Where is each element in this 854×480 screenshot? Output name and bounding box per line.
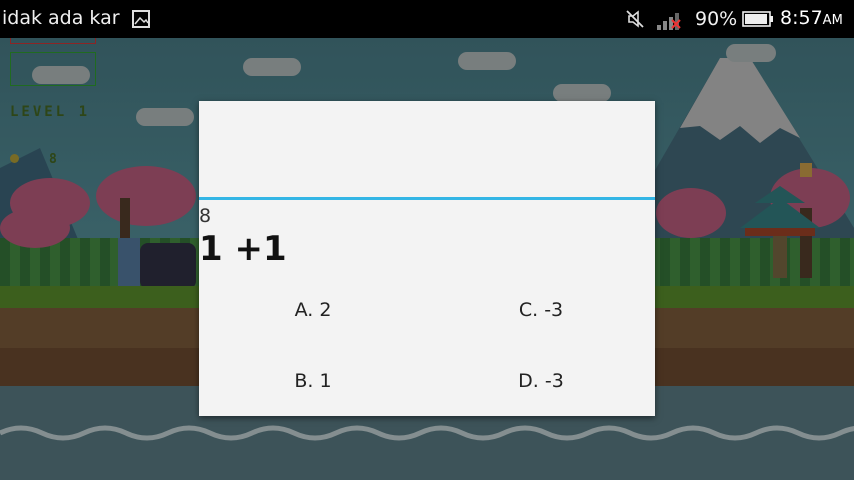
answer-a-button[interactable]: A. 2 bbox=[199, 285, 427, 335]
clock: 8:57AM bbox=[780, 7, 843, 29]
answer-b-button[interactable]: B. 1 bbox=[199, 356, 427, 406]
battery-icon bbox=[742, 11, 773, 27]
battery-percent: 90% bbox=[695, 8, 738, 30]
notification-text: idak ada kar bbox=[2, 7, 120, 29]
dialog-divider bbox=[199, 197, 655, 200]
answer-c-button[interactable]: C. -3 bbox=[427, 285, 655, 335]
question-text: 1 +1 bbox=[199, 229, 287, 269]
dialog-title-area bbox=[199, 101, 655, 197]
signal-icon bbox=[657, 13, 681, 30]
question-number: 8 bbox=[199, 205, 212, 227]
clock-time: 8:57 bbox=[780, 7, 823, 29]
mute-icon bbox=[626, 10, 644, 28]
question-dialog: 8 1 +1 A. 2 C. -3 B. 1 D. -3 bbox=[199, 101, 655, 416]
image-icon bbox=[132, 10, 150, 28]
answer-d-button[interactable]: D. -3 bbox=[427, 356, 655, 406]
clock-ampm: AM bbox=[822, 13, 843, 28]
status-bar: idak ada kar 90% 8:57AM bbox=[0, 0, 854, 38]
